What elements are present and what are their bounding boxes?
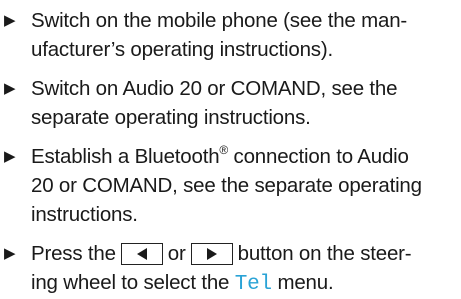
- instruction-step-3: ▶ Establish a Bluetooth® connection to A…: [4, 142, 455, 229]
- left-triangle-icon: [136, 248, 147, 260]
- step-1-line-1: Switch on the mobile phone (see the man-: [31, 9, 408, 32]
- left-arrow-button-key: [120, 243, 163, 265]
- step-4-line-2: ing wheel to select the Tel menu.: [31, 268, 455, 299]
- instruction-page: ▶ Switch on the mobile phone (see the ma…: [0, 0, 461, 296]
- step-3-line-3: instructions.: [31, 203, 138, 226]
- right-triangle-icon: [206, 248, 217, 260]
- step-1-text: Switch on the mobile phone (see the man-…: [31, 6, 455, 64]
- registered-mark: ®: [219, 143, 229, 157]
- right-triangle-bullet-icon: ▶: [4, 12, 16, 29]
- right-arrow-button-key: [190, 243, 233, 265]
- right-triangle-bullet-icon: ▶: [4, 245, 16, 262]
- step-3-line-1: Establish a Bluetooth® connection to Aud…: [31, 142, 455, 171]
- step-4-line-1-pre: Press the: [31, 242, 116, 265]
- step-4-text: Press the or button on the steer- ing whee…: [31, 239, 455, 299]
- step-4-line-1: Press the or button on the steer-: [31, 239, 455, 268]
- step-3-line-1-pre: Establish a Bluetooth: [31, 145, 220, 168]
- tel-menu-label: Tel: [234, 273, 272, 296]
- step-3-line-1-post: connection to Audio: [228, 145, 409, 168]
- instruction-step-2: ▶ Switch on Audio 20 or COMAND, see the …: [4, 74, 455, 132]
- instruction-step-4: ▶ Press the or button on the steer- ing wh…: [4, 239, 455, 299]
- step-2-line-1: Switch on Audio 20 or COMAND, see the: [31, 77, 398, 100]
- step-4-line-1-post: button on the steer-: [237, 242, 412, 265]
- right-triangle-bullet-icon: ▶: [4, 80, 16, 97]
- right-triangle-bullet-icon: ▶: [4, 148, 16, 165]
- step-2-text: Switch on Audio 20 or COMAND, see the se…: [31, 74, 455, 132]
- step-2-line-2: separate operating instructions.: [31, 106, 311, 129]
- instruction-step-1: ▶ Switch on the mobile phone (see the ma…: [4, 6, 455, 64]
- step-3-line-2: 20 or COMAND, see the separate operating: [31, 174, 422, 197]
- step-4-line-1-mid: or: [167, 242, 186, 265]
- step-3-text: Establish a Bluetooth® connection to Aud…: [31, 142, 455, 229]
- step-1-line-2: ufacturer’s operating instructions).: [31, 38, 333, 61]
